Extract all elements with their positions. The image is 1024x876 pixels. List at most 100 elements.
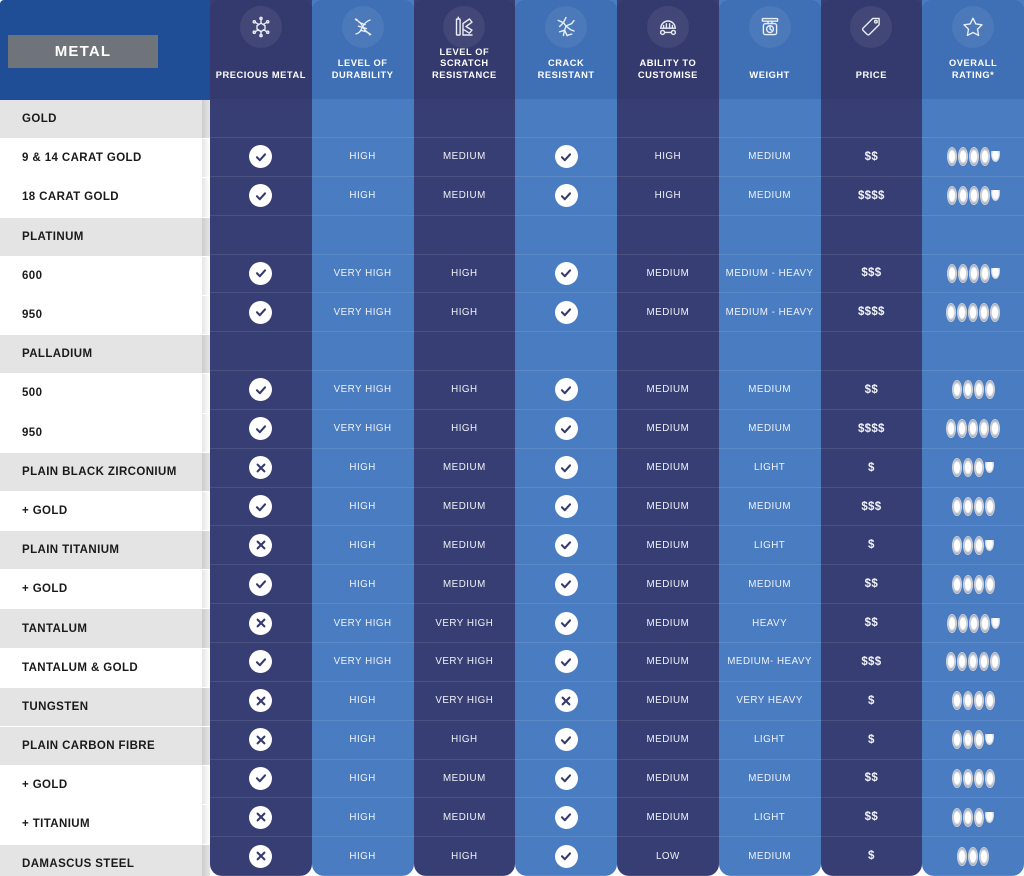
value-cell: MEDIUM [617,760,719,799]
value-cell: $$ [820,604,923,643]
value-cell [820,99,923,138]
check-badge [515,643,617,682]
cross-badge [210,604,312,643]
star-full-icon [946,263,957,283]
rating-cell [922,99,1024,138]
metal-row-label: 18 CARAT GOLD [0,178,210,218]
star-full-icon [962,768,973,788]
star-full-icon [979,652,990,672]
star-half-icon [990,190,1000,202]
check-badge [515,760,617,799]
metal-ribbon-banner: METAL [8,35,158,68]
check-icon [554,378,578,402]
value-cell: MEDIUM [413,526,516,566]
column-scratch-test: LEVEL OF SCRATCH RESISTANCE MEDIUM MEDIUM H… [413,0,516,876]
column-header-label: LEVEL OF SCRATCH RESISTANCE [432,46,497,80]
check-badge [210,371,312,410]
value-cell: $ [820,721,923,760]
star-full-icon [957,263,968,283]
metal-row-label: PLAIN BLACK ZIRCONIUM [0,452,210,492]
value-cell: MEDIUM [718,760,821,799]
value-cell: MEDIUM - HEAVY [718,293,821,333]
star-full-icon [979,147,990,167]
star-full-icon [946,147,957,167]
metal-row-label: 950 [0,295,210,336]
check-badge [515,177,617,216]
close-icon [249,689,273,713]
check-badge [515,293,617,333]
rating-cell [922,371,1024,410]
value-cell: VERY HIGH [311,643,414,682]
value-cell: $ [820,449,923,488]
column-header: ABILITY TO CUSTOMISE [617,0,719,100]
check-icon [554,572,578,596]
price-tag-icon [850,6,893,48]
star-full-icon [963,458,974,478]
column-header: WEIGHT [718,0,821,100]
column-header-label: PRECIOUS METAL [215,69,306,80]
metal-group-label: PALLADIUM [0,335,210,375]
column-header: OVERALL RATING* [922,0,1024,100]
star-full-icon [984,380,995,400]
star-full-icon [968,186,979,206]
value-cell [617,332,719,372]
rating-cell [922,798,1024,838]
value-cell: HIGH [413,837,516,876]
value-cell [718,332,821,372]
rating-cell [922,449,1024,488]
value-cell: HIGH [311,682,414,721]
value-cell: HIGH [413,371,516,410]
data-columns: PRECIOUS METAL LEVEL OF DURABILITY HIGH HI… [210,0,1024,876]
metal-row-label: 500 [0,374,210,414]
rating-cell [922,643,1024,682]
star-icon [952,6,995,48]
check-icon [554,533,578,557]
value-cell: VERY HIGH [311,604,414,643]
check-badge [515,565,617,605]
metal-group-label: PLATINUM [0,217,210,257]
value-cell: $$ [820,760,923,799]
value-cell: MEDIUM [718,837,821,876]
star-full-icon [951,497,962,517]
star-full-icon [951,380,962,400]
value-cell: VERY HIGH [311,293,414,333]
value-cell: HIGH [413,255,516,294]
value-cell: MEDIUM [718,138,821,177]
value-cell: MEDIUM [718,488,821,527]
value-cell: HIGH [311,760,414,799]
rating-cell [922,721,1024,760]
close-icon [249,533,273,557]
close-icon [554,689,578,713]
ring-tools-icon [646,6,689,48]
star-full-icon [968,147,979,167]
cross-badge [210,721,312,760]
cross-badge [210,798,312,838]
metal-row-label: + GOLD [0,570,210,610]
check-icon [554,145,578,169]
star-full-icon [951,574,962,594]
check-badge [210,488,312,527]
star-full-icon [946,652,957,672]
column-ring-tools: ABILITY TO CUSTOMISE HIGH HIGH MEDIUM MEDIUM… [617,0,719,876]
check-icon [249,184,273,208]
value-cell: VERY HIGH [413,682,516,721]
value-cell: MEDIUM [617,488,719,527]
check-icon [249,650,273,674]
column-star: OVERALL RATING* [922,0,1024,876]
star-full-icon [979,302,990,322]
star-full-icon [979,419,990,439]
value-cell: $$$$ [820,293,923,333]
value-cell [413,216,516,255]
check-badge [210,760,312,799]
value-cell: $$$ [820,488,923,527]
value-cell: HIGH [311,721,414,760]
value-cell [718,99,821,138]
metal-name-column: METAL GOLD 9 & 14 CARAT GOLD 18 CARAT GOLD… [0,0,210,876]
value-cell: MEDIUM [413,449,516,488]
rating-cell [922,760,1024,799]
star-full-icon [990,302,1001,322]
check-icon [554,261,578,285]
star-full-icon [962,691,973,711]
value-cell [413,99,516,138]
column-header-label: ABILITY TO CUSTOMISE [637,58,698,80]
